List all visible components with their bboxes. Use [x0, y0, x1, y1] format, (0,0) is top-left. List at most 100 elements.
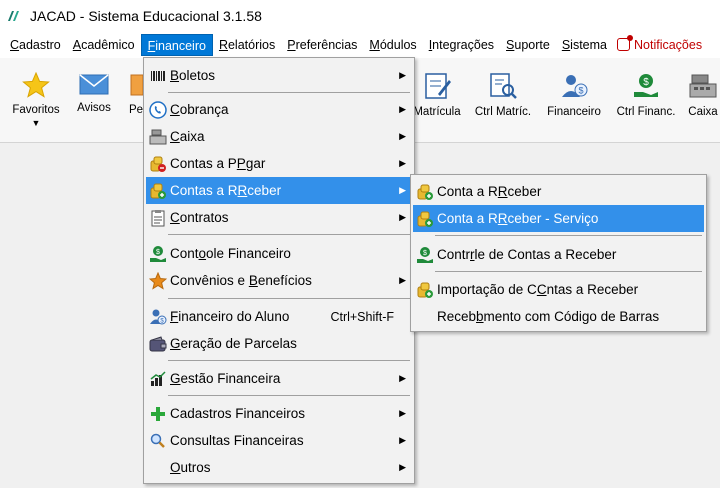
- menu-item-label: Consultas Financeiras: [170, 433, 304, 448]
- menu-relatorios[interactable]: Relatórios: [213, 34, 281, 56]
- menu-sistema[interactable]: Sistema: [556, 34, 613, 56]
- envelope-icon: [79, 74, 109, 95]
- chevron-right-icon: ▶: [399, 104, 406, 114]
- menu-separator: [435, 271, 702, 272]
- title-bar: JACAD - Sistema Educacional 3.1.58: [0, 0, 720, 31]
- svg-text:$: $: [643, 77, 649, 88]
- menu-item-label: Recebbmento com Código de Barras: [437, 309, 660, 324]
- chevron-right-icon: ▶: [399, 158, 406, 168]
- menu-item-gestao-financeira[interactable]: Gestão Financeira ▶: [146, 365, 412, 392]
- ctrl-financ-label: Ctrl Financ.: [616, 106, 676, 118]
- submenu-item-conta-a-receber-servico[interactable]: Conta a RRceber - Serviço: [413, 205, 704, 232]
- money-hand-icon: $: [634, 74, 658, 97]
- matricula-button[interactable]: Matrícula: [410, 58, 464, 143]
- notifications-label: Notificações: [634, 37, 703, 52]
- coins-plus-icon: [148, 181, 168, 201]
- menu-item-contas-a-pagar[interactable]: Contas a PPgar ▶: [146, 150, 412, 177]
- menu-item-outros[interactable]: Outros ▶: [146, 454, 412, 481]
- menu-item-controle-financeiro[interactable]: $ Contoole Financeiro: [146, 240, 412, 267]
- document-search-icon: [490, 73, 517, 99]
- coins-plus-icon: [415, 182, 435, 202]
- menu-item-cobranca[interactable]: Cobrança ▶: [146, 96, 412, 123]
- menu-suporte[interactable]: Suporte: [500, 34, 556, 56]
- avisos-button[interactable]: Avisos: [72, 58, 116, 143]
- submenu-item-conta-a-receber[interactable]: Conta a RRceber: [413, 178, 704, 205]
- ctrl-matric-button[interactable]: Ctrl Matríc.: [472, 58, 534, 143]
- bar-chart-icon: [148, 369, 168, 389]
- clipboard-icon: [148, 208, 168, 228]
- menu-item-contratos[interactable]: Contratos ▶: [146, 204, 412, 231]
- svg-text:$: $: [423, 250, 427, 257]
- avisos-label: Avisos: [77, 102, 111, 114]
- matricula-label: Matrícula: [413, 106, 461, 118]
- svg-text:$: $: [156, 249, 160, 256]
- menu-item-convenios[interactable]: Convênios e Benefícios ▶: [146, 267, 412, 294]
- pe-label: Pe: [128, 104, 144, 116]
- ctrl-financ-button[interactable]: $ Ctrl Financ.: [614, 58, 678, 143]
- caixa-label: Caixa: [688, 106, 718, 118]
- money-hand-icon: $: [148, 244, 168, 264]
- submenu-item-importacao-contas[interactable]: Importação de CCntas a Receber: [413, 276, 704, 303]
- chevron-down-icon: ▼: [31, 118, 41, 128]
- menu-separator: [168, 234, 410, 235]
- menu-item-label: Geração de Parcelas: [170, 336, 297, 351]
- menu-item-contas-a-receber[interactable]: Contas a RRceber ▶: [146, 177, 412, 204]
- menu-item-financeiro-do-aluno[interactable]: $ Financeiro do Aluno Ctrl+Shift-F: [146, 303, 412, 330]
- barcode-icon: [148, 66, 168, 86]
- person-money-icon: $: [562, 75, 588, 97]
- star-icon: [148, 271, 168, 291]
- menu-separator: [168, 92, 410, 93]
- chevron-right-icon: ▶: [399, 373, 406, 383]
- menu-modulos[interactable]: Módulos: [363, 34, 422, 56]
- menu-item-boletos[interactable]: Boletos ▶: [146, 62, 412, 89]
- menu-item-label: Importação de CCntas a Receber: [437, 282, 639, 297]
- menu-item-label: Financeiro do Aluno: [170, 309, 290, 324]
- caixa-button[interactable]: Caixa: [686, 58, 720, 143]
- menu-item-caixa[interactable]: Caixa ▶: [146, 123, 412, 150]
- document-icon: [130, 74, 143, 96]
- submenu-item-recebimento-codigo-barras[interactable]: Recebbmento com Código de Barras: [413, 303, 704, 330]
- coins-plus-icon: [415, 280, 435, 300]
- plus-icon: [148, 404, 168, 424]
- menu-financeiro[interactable]: Financeiro: [140, 33, 213, 56]
- magnifier-icon: [148, 431, 168, 451]
- chevron-right-icon: ▶: [399, 70, 406, 80]
- menu-item-label: Boletos: [170, 68, 216, 83]
- menu-cadastro[interactable]: Cadastro: [4, 34, 67, 56]
- chevron-right-icon: ▶: [399, 131, 406, 141]
- financeiro-dropdown: Boletos ▶ Cobrança ▶ Caixa ▶ Contas a PP…: [143, 57, 415, 484]
- notifications-button[interactable]: Notificações: [613, 34, 708, 56]
- chevron-right-icon: ▶: [399, 435, 406, 445]
- submenu-item-controle-contas-a-receber[interactable]: $ Contrrle de Contas a Receber: [413, 241, 704, 268]
- menu-item-label: Conta a RRceber - Serviço: [437, 211, 599, 226]
- favoritos-label: Favoritos: [12, 104, 60, 116]
- coins-minus-icon: [148, 154, 168, 174]
- menu-item-label: Cadastros Financeiros: [170, 406, 306, 421]
- chevron-right-icon: ▶: [399, 275, 406, 285]
- menu-item-consultas-financeiras[interactable]: Consultas Financeiras ▶: [146, 427, 412, 454]
- phone-icon: [148, 100, 168, 120]
- favoritos-button[interactable]: Favoritos ▼: [8, 58, 64, 143]
- chevron-right-icon: ▶: [399, 462, 406, 472]
- chevron-right-icon: ▶: [399, 185, 406, 195]
- bell-icon: [617, 35, 633, 51]
- financeiro-button[interactable]: $ Financeiro: [544, 58, 604, 143]
- menu-item-geracao-parcelas[interactable]: Geração de Parcelas: [146, 330, 412, 357]
- student-money-icon: $: [148, 307, 168, 327]
- coins-plus-icon: [415, 209, 435, 229]
- menu-item-label: Cobrança: [170, 102, 229, 117]
- money-hand-icon: $: [415, 245, 435, 265]
- menu-integracoes[interactable]: Integrações: [423, 34, 500, 56]
- menu-preferencias[interactable]: Preferências: [281, 34, 363, 56]
- menu-item-label: Gestão Financeira: [170, 371, 281, 386]
- menu-item-label: Contrrle de Contas a Receber: [437, 247, 617, 262]
- cash-register-icon: [689, 74, 717, 98]
- ctrl-matric-label: Ctrl Matríc.: [474, 106, 532, 118]
- menu-item-cadastros-financeiros[interactable]: Cadastros Financeiros ▶: [146, 400, 412, 427]
- menu-item-label: Contas a PPgar: [170, 156, 266, 171]
- menu-separator: [168, 298, 410, 299]
- menu-academico[interactable]: Acadêmico: [67, 34, 141, 56]
- financeiro-label: Financeiro: [547, 106, 601, 118]
- menu-separator: [168, 395, 410, 396]
- menu-separator: [435, 235, 702, 236]
